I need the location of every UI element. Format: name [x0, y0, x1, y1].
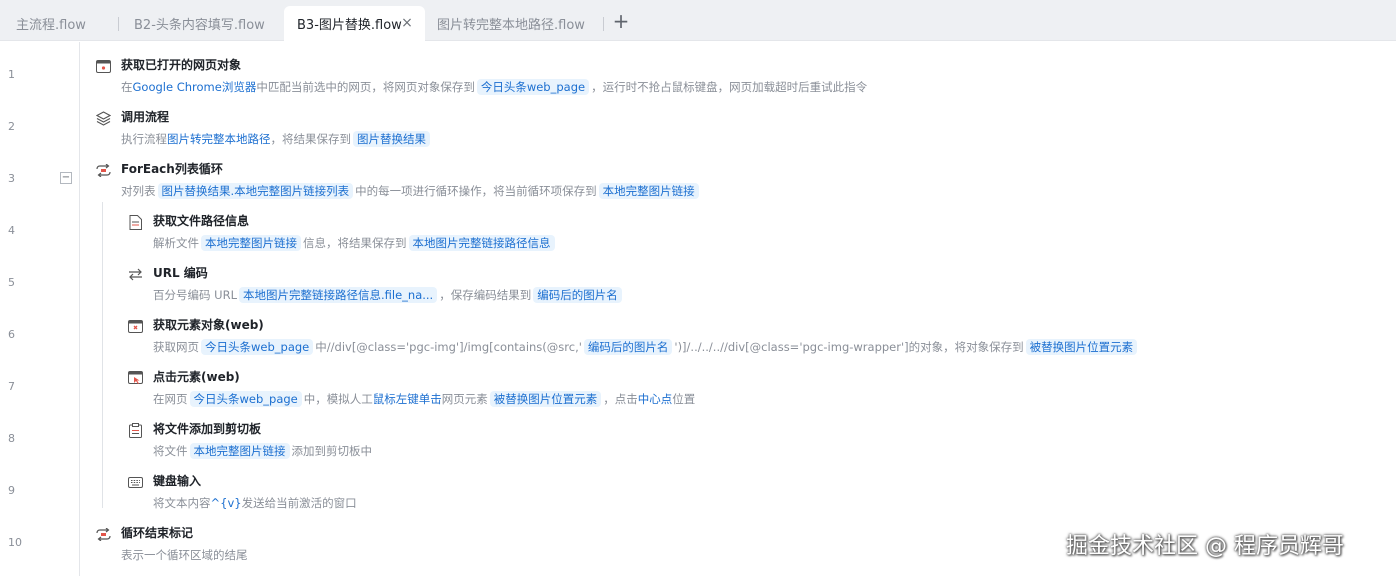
tab-bar: 主流程.flow B2-头条内容填写.flow B3-图片替换.flow × 图…: [0, 0, 1396, 41]
desc-text: 添加到剪切板中: [291, 444, 373, 458]
variable-tag[interactable]: 今日头条web_page: [189, 391, 302, 407]
swap-arrows-icon: [127, 266, 143, 282]
step-title: 循环结束标记: [121, 526, 194, 540]
line-number: 9: [8, 484, 15, 497]
tab-main-flow[interactable]: 主流程.flow: [0, 6, 118, 41]
variable-tag[interactable]: 编码后的图片名: [583, 339, 673, 355]
click-type-link[interactable]: 鼠标左键单击: [373, 392, 442, 406]
watermark: 掘金技术社区 @ 程序员辉哥: [1066, 534, 1344, 559]
desc-text: 执行流程: [121, 132, 167, 146]
variable-tag[interactable]: 图片替换结果.本地完整图片链接列表: [157, 183, 354, 199]
desc-text: 发送给当前激活的窗口: [241, 496, 357, 510]
variable-tag[interactable]: 本地完整图片链接: [201, 235, 301, 251]
desc-text: 将文本内容: [153, 496, 211, 510]
desc-text: 位置: [672, 392, 696, 406]
desc-text: 获取网页: [153, 340, 199, 354]
loop-end-icon: [95, 526, 111, 542]
variable-tag[interactable]: 被替换图片位置元素: [489, 391, 602, 407]
desc-text: 在网页: [153, 392, 188, 406]
step-title: 点击元素(web): [153, 370, 240, 384]
line-gutter: 1 2 3 − 4 5 6 7 8 9 10: [0, 42, 80, 576]
step-title: 获取元素对象(web): [153, 318, 264, 332]
variable-tag[interactable]: 今日头条web_page: [476, 79, 590, 95]
desc-text: 网页元素: [441, 392, 488, 406]
step-description: 表示一个循环区域的结尾: [121, 544, 248, 566]
xpath-text: ')]/../../..//div[@class='pgc-img-wrappe…: [674, 340, 1024, 354]
line-number: 3: [8, 172, 15, 185]
variable-tag[interactable]: 本地完整图片链接: [598, 183, 699, 199]
desc-text: ，保存编码结果到: [439, 288, 532, 302]
key-sequence: ^{v}: [210, 496, 242, 510]
line-number: 10: [8, 536, 22, 549]
line-number: 5: [8, 276, 15, 289]
variable-tag[interactable]: 图片替换结果: [353, 131, 430, 147]
step-description: 执行流程图片转完整本地路径，将结果保存到 图片替换结果: [121, 128, 432, 150]
loop-scope-line: [102, 202, 103, 508]
line-number: 7: [8, 380, 15, 393]
line-number: 2: [8, 120, 15, 133]
desc-text: 中的每一项进行循环操作，将当前循环项保存到: [355, 184, 597, 198]
fold-toggle-button[interactable]: −: [60, 172, 72, 184]
variable-tag[interactable]: 本地完整图片链接: [189, 443, 290, 459]
step-description: 解析文件 本地完整图片链接 信息，将结果保存到 本地图片完整链接路径信息: [153, 232, 557, 254]
variable-tag[interactable]: 本地图片完整链接路径信息.file_na...: [238, 287, 438, 303]
desc-text: ，点击: [603, 392, 638, 406]
keyboard-icon: [127, 474, 143, 490]
tab-b2-content-fill[interactable]: B2-头条内容填写.flow: [118, 6, 284, 41]
desc-text: 在: [121, 80, 133, 94]
step-title: ForEach列表循环: [121, 162, 223, 176]
step-description: 将文件 本地完整图片链接 添加到剪切板中: [153, 440, 372, 462]
tab-b3-image-replace[interactable]: B3-图片替换.flow ×: [284, 6, 425, 41]
loop-icon: [95, 162, 111, 178]
tab-divider: [603, 17, 604, 31]
tab-label: 主流程.flow: [16, 18, 86, 33]
desc-text: 表示一个循环区域的结尾: [121, 548, 248, 562]
click-position-link[interactable]: 中心点: [638, 392, 673, 406]
tab-image-local-path[interactable]: 图片转完整本地路径.flow: [425, 6, 603, 41]
desc-text: 对列表: [121, 184, 156, 198]
xpath-text: 中//div[@class='pgc-img']/img[contains(@s…: [315, 340, 582, 354]
desc-text: 解析文件: [153, 236, 199, 250]
layers-icon: [95, 110, 111, 126]
step-description: 对列表 图片替换结果.本地完整图片链接列表 中的每一项进行循环操作，将当前循环项保存…: [121, 180, 701, 202]
variable-tag[interactable]: 编码后的图片名: [533, 287, 622, 303]
step-title: 获取已打开的网页对象: [121, 58, 242, 72]
browser-name: Google Chrome浏览器: [132, 80, 257, 94]
variable-tag[interactable]: 被替换图片位置元素: [1025, 339, 1138, 355]
clipboard-icon: [127, 422, 143, 438]
tab-label: B2-头条内容填写.flow: [134, 18, 265, 33]
step-title: 获取文件路径信息: [153, 214, 250, 228]
desc-text: 将文件: [153, 444, 188, 458]
desc-text: 中匹配当前选中的网页，将网页对象保存到: [256, 80, 475, 94]
desc-text: 百分号编码 URL: [153, 288, 237, 302]
click-icon: [127, 370, 143, 386]
step-title: 调用流程: [121, 110, 170, 124]
tab-label: B3-图片替换.flow: [297, 18, 402, 33]
desc-text: 中，模拟人工: [303, 392, 373, 406]
step-description: 在网页 今日头条web_page 中，模拟人工鼠标左键单击网页元素 被替换图片位置元素…: [153, 388, 695, 410]
step-title: URL 编码: [153, 266, 208, 280]
step-description: 将文本内容^{v}发送给当前激活的窗口: [153, 492, 357, 514]
variable-tag[interactable]: 本地图片完整链接路径信息: [408, 235, 555, 251]
line-number: 6: [8, 328, 15, 341]
close-icon[interactable]: ×: [399, 15, 415, 31]
desc-text: ，将结果保存到: [270, 132, 352, 146]
browser-window-icon: [95, 58, 111, 74]
step-title: 将文件添加到剪切板: [153, 422, 262, 436]
flow-name-link[interactable]: 图片转完整本地路径: [167, 132, 271, 146]
desc-text: ，运行时不抢占鼠标键盘，网页加载超时后重试此指令: [591, 80, 868, 94]
line-number: 1: [8, 68, 15, 81]
line-number: 4: [8, 224, 15, 237]
variable-tag[interactable]: 今日头条web_page: [201, 339, 314, 355]
step-title: 键盘输入: [153, 474, 202, 488]
line-number: 8: [8, 432, 15, 445]
file-icon: [127, 214, 143, 230]
step-description: 在Google Chrome浏览器中匹配当前选中的网页，将网页对象保存到 今日头条…: [121, 76, 867, 98]
tab-label: 图片转完整本地路径.flow: [437, 18, 585, 33]
step-description: 获取网页 今日头条web_page 中//div[@class='pgc-img']…: [153, 336, 1139, 358]
web-element-icon: [127, 318, 143, 334]
step-description: 百分号编码 URL 本地图片完整链接路径信息.file_na... ，保存编码结果到…: [153, 284, 624, 306]
desc-text: 信息，将结果保存到: [303, 236, 407, 250]
add-tab-button[interactable]: +: [612, 11, 630, 31]
